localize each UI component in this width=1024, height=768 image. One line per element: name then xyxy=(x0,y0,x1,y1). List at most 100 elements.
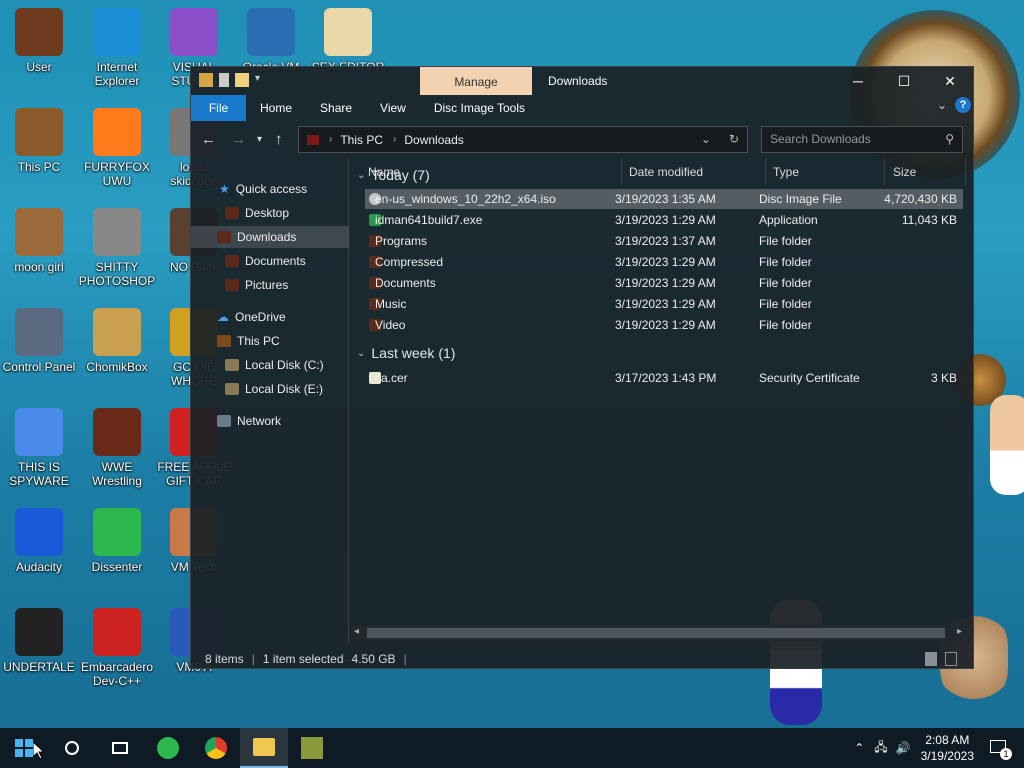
folder-icon xyxy=(253,738,275,756)
forward-arrow-icon[interactable]: → xyxy=(231,131,246,148)
desktop-icon-item[interactable]: THIS IS SPYWARE xyxy=(0,408,78,488)
desktop-icon xyxy=(225,207,239,219)
refresh-icon[interactable]: ↻ xyxy=(729,132,739,146)
search-button[interactable] xyxy=(48,728,96,768)
group-header[interactable]: ⌄ Today (7) xyxy=(357,167,430,183)
nav-downloads[interactable]: Downloads xyxy=(191,226,349,248)
help-icon[interactable]: ? xyxy=(955,97,971,113)
file-row[interactable]: Video 3/19/2023 1:29 AM File folder xyxy=(365,315,963,335)
file-type: File folder xyxy=(759,318,812,332)
nav-local-disk-c[interactable]: Local Disk (C:) xyxy=(225,354,324,376)
desktop-icon-item[interactable]: SHITTY PHOTOSHOP xyxy=(78,208,156,288)
desktop-icon-item[interactable]: Embarcadero Dev-C++ xyxy=(78,608,156,688)
taskbar-app[interactable] xyxy=(288,728,336,768)
file-row[interactable]: en-us_windows_10_22h2_x64.iso 3/19/2023 1… xyxy=(365,189,963,209)
properties-icon[interactable] xyxy=(219,73,229,87)
column-divider[interactable] xyxy=(965,159,966,185)
chevron-down-icon[interactable]: ⌄ xyxy=(357,170,365,181)
breadcrumb-separator-icon[interactable]: › xyxy=(393,134,396,145)
tab-file[interactable]: File xyxy=(191,95,246,121)
scroll-left-icon[interactable]: ◂ xyxy=(354,626,359,637)
new-folder-icon[interactable] xyxy=(235,73,249,87)
back-arrow-icon[interactable]: ← xyxy=(201,131,216,148)
taskbar-dissenter[interactable] xyxy=(144,728,192,768)
desktop-icon-item[interactable]: User xyxy=(0,8,78,74)
breadcrumb-downloads[interactable]: Downloads xyxy=(404,133,463,147)
nav-onedrive[interactable]: ☁ OneDrive xyxy=(217,306,286,328)
nav-local-disk-e[interactable]: Local Disk (E:) xyxy=(225,378,323,400)
show-hidden-icons-icon[interactable]: ⌃ xyxy=(854,741,864,755)
desktop-icon-label: Audacity xyxy=(15,560,63,574)
file-row[interactable]: ca.cer 3/17/2023 1:43 PM Security Certific… xyxy=(365,368,963,388)
desktop-icon-item[interactable]: WWE Wrestling xyxy=(78,408,156,488)
desktop-app-icon xyxy=(93,508,141,556)
network-icon[interactable]: 🖧 xyxy=(874,738,887,759)
desktop-icon-item[interactable]: This PC xyxy=(0,108,78,174)
desktop-icon-item[interactable]: UNDERTALE xyxy=(0,608,78,674)
breadcrumb-this-pc[interactable]: This PC xyxy=(340,133,383,147)
desktop-icon-item[interactable]: FURRYFOX UWU xyxy=(78,108,156,188)
file-row[interactable]: Documents 3/19/2023 1:29 AM File folder xyxy=(365,273,963,293)
nav-quick-access[interactable]: ★ Quick access xyxy=(219,178,307,200)
title-bar[interactable]: ▾ Manage Downloads ─ ☐ ✕ xyxy=(191,67,973,95)
volume-icon[interactable]: 🔊 xyxy=(896,741,911,755)
desktop-icon-item[interactable]: Control Panel xyxy=(0,308,78,374)
scroll-right-icon[interactable]: ▸ xyxy=(957,626,962,637)
nav-this-pc[interactable]: This PC xyxy=(217,330,280,352)
desktop-icon-item[interactable]: Dissenter xyxy=(78,508,156,574)
file-row[interactable]: Compressed 3/19/2023 1:29 AM File folder xyxy=(365,252,963,272)
large-icons-view-icon[interactable] xyxy=(945,652,957,666)
scrollbar-thumb[interactable] xyxy=(367,628,945,638)
details-view-icon[interactable] xyxy=(925,652,937,666)
desktop-icon-item[interactable]: Oracle VM xyxy=(232,8,310,74)
column-header-date[interactable]: Date modified xyxy=(629,165,703,179)
nav-pictures[interactable]: Pictures xyxy=(225,274,288,296)
taskbar-file-explorer[interactable] xyxy=(240,728,288,768)
desktop-icon-item[interactable]: Internet Explorer xyxy=(78,8,156,88)
nav-network[interactable]: Network xyxy=(217,410,281,432)
recent-locations-icon[interactable]: ▾ xyxy=(257,134,262,145)
clock[interactable]: 2:08 AM 3/19/2023 xyxy=(921,732,974,764)
up-arrow-icon[interactable]: ↑ xyxy=(275,131,283,148)
column-header-size[interactable]: Size xyxy=(893,165,916,179)
notification-center-button[interactable]: 1 xyxy=(988,736,1012,760)
file-date: 3/17/2023 1:43 PM xyxy=(615,371,717,385)
file-row[interactable]: Music 3/19/2023 1:29 AM File folder xyxy=(365,294,963,314)
chevron-down-icon[interactable]: ▾ xyxy=(255,73,269,87)
desktop-icon-item[interactable]: SEX EDITOR xyxy=(309,8,387,74)
column-divider[interactable] xyxy=(621,159,622,185)
horizontal-scrollbar[interactable]: ◂ ▸ xyxy=(351,625,965,641)
tab-share[interactable]: Share xyxy=(306,95,366,121)
search-input[interactable]: Search Downloads ⚲ xyxy=(761,126,963,153)
desktop-icon-item[interactable]: Audacity xyxy=(0,508,78,574)
file-row[interactable]: Programs 3/19/2023 1:37 AM File folder xyxy=(365,231,963,251)
address-dropdown-icon[interactable]: ⌄ xyxy=(701,132,711,146)
taskbar-chrome[interactable] xyxy=(192,728,240,768)
column-divider[interactable] xyxy=(884,159,885,185)
tab-disc-image-tools[interactable]: Disc Image Tools xyxy=(420,95,539,121)
taskbar: ⌃ 🖧 🔊 2:08 AM 3/19/2023 1 xyxy=(0,728,1024,768)
cloud-icon: ☁ xyxy=(217,310,229,324)
chevron-down-icon[interactable]: ⌄ xyxy=(357,348,365,359)
app-icon[interactable] xyxy=(199,73,213,87)
desktop-app-icon xyxy=(93,208,141,256)
desktop-icon-item[interactable]: moon girl xyxy=(0,208,78,274)
file-row[interactable]: idman641build7.exe 3/19/2023 1:29 AM Appli… xyxy=(365,210,963,230)
tab-home[interactable]: Home xyxy=(246,95,306,121)
column-header-type[interactable]: Type xyxy=(773,165,799,179)
expand-ribbon-icon[interactable]: ⌄ xyxy=(937,98,947,112)
nav-desktop[interactable]: Desktop xyxy=(225,202,289,224)
column-divider[interactable] xyxy=(765,159,766,185)
group-header[interactable]: ⌄ Last week (1) xyxy=(357,345,455,361)
minimize-button[interactable]: ─ xyxy=(835,67,881,95)
tab-view[interactable]: View xyxy=(366,95,420,121)
close-button[interactable]: ✕ xyxy=(927,67,973,95)
address-box[interactable]: › This PC › Downloads ⌄ ↻ xyxy=(298,126,748,153)
breadcrumb-separator-icon[interactable]: › xyxy=(329,134,332,145)
maximize-button[interactable]: ☐ xyxy=(881,67,927,95)
star-icon: ★ xyxy=(219,182,230,196)
task-view-button[interactable] xyxy=(96,728,144,768)
tab-manage[interactable]: Manage xyxy=(420,67,532,95)
desktop-icon-item[interactable]: ChomikBox xyxy=(78,308,156,374)
nav-documents[interactable]: Documents xyxy=(225,250,306,272)
